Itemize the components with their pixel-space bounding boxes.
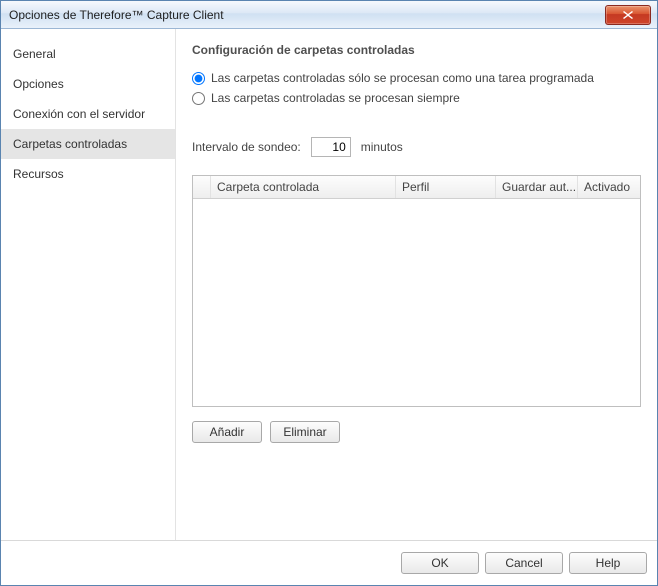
radio-scheduled[interactable] <box>192 72 205 85</box>
table-col-folder[interactable]: Carpeta controlada <box>211 176 396 198</box>
dialog-footer: OK Cancel Help <box>1 541 657 585</box>
table-header: Carpeta controlada Perfil Guardar aut...… <box>193 176 640 199</box>
help-button[interactable]: Help <box>569 552 647 574</box>
interval-input[interactable] <box>311 137 351 157</box>
sidebar-item-label: Carpetas controladas <box>13 137 127 151</box>
sidebar: General Opciones Conexión con el servido… <box>1 29 176 540</box>
sidebar-item-server-connection[interactable]: Conexión con el servidor <box>1 99 175 129</box>
sidebar-item-resources[interactable]: Recursos <box>1 159 175 189</box>
radio-always-label[interactable]: Las carpetas controladas se procesan sie… <box>211 91 460 105</box>
folders-table: Carpeta controlada Perfil Guardar aut...… <box>192 175 641 407</box>
radio-row-scheduled: Las carpetas controladas sólo se procesa… <box>192 71 641 85</box>
dialog-body: General Opciones Conexión con el servido… <box>1 29 657 541</box>
close-icon <box>623 11 633 19</box>
interval-row: Intervalo de sondeo: minutos <box>192 137 641 157</box>
table-col-enabled[interactable]: Activado <box>578 176 640 198</box>
content-pane: Configuración de carpetas controladas La… <box>176 29 657 540</box>
dialog-window: Opciones de Therefore™ Capture Client Ge… <box>0 0 658 586</box>
interval-unit: minutos <box>361 140 403 154</box>
table-col-spacer <box>193 176 211 198</box>
remove-button[interactable]: Eliminar <box>270 421 340 443</box>
sidebar-item-label: Conexión con el servidor <box>13 107 145 121</box>
sidebar-item-general[interactable]: General <box>1 39 175 69</box>
table-body[interactable] <box>193 199 640 406</box>
table-col-autosave[interactable]: Guardar aut... <box>496 176 578 198</box>
sidebar-item-label: General <box>13 47 56 61</box>
close-button[interactable] <box>605 5 651 25</box>
window-title: Opciones de Therefore™ Capture Client <box>9 8 605 22</box>
sidebar-item-label: Recursos <box>13 167 64 181</box>
section-header: Configuración de carpetas controladas <box>192 43 641 57</box>
table-col-profile[interactable]: Perfil <box>396 176 496 198</box>
table-actions: Añadir Eliminar <box>192 421 641 443</box>
interval-label: Intervalo de sondeo: <box>192 140 301 154</box>
cancel-button[interactable]: Cancel <box>485 552 563 574</box>
sidebar-item-label: Opciones <box>13 77 64 91</box>
sidebar-item-options[interactable]: Opciones <box>1 69 175 99</box>
sidebar-item-controlled-folders[interactable]: Carpetas controladas <box>1 129 175 159</box>
radio-scheduled-label[interactable]: Las carpetas controladas sólo se procesa… <box>211 71 594 85</box>
radio-always[interactable] <box>192 92 205 105</box>
titlebar: Opciones de Therefore™ Capture Client <box>1 1 657 29</box>
radio-row-always: Las carpetas controladas se procesan sie… <box>192 91 641 105</box>
add-button[interactable]: Añadir <box>192 421 262 443</box>
ok-button[interactable]: OK <box>401 552 479 574</box>
